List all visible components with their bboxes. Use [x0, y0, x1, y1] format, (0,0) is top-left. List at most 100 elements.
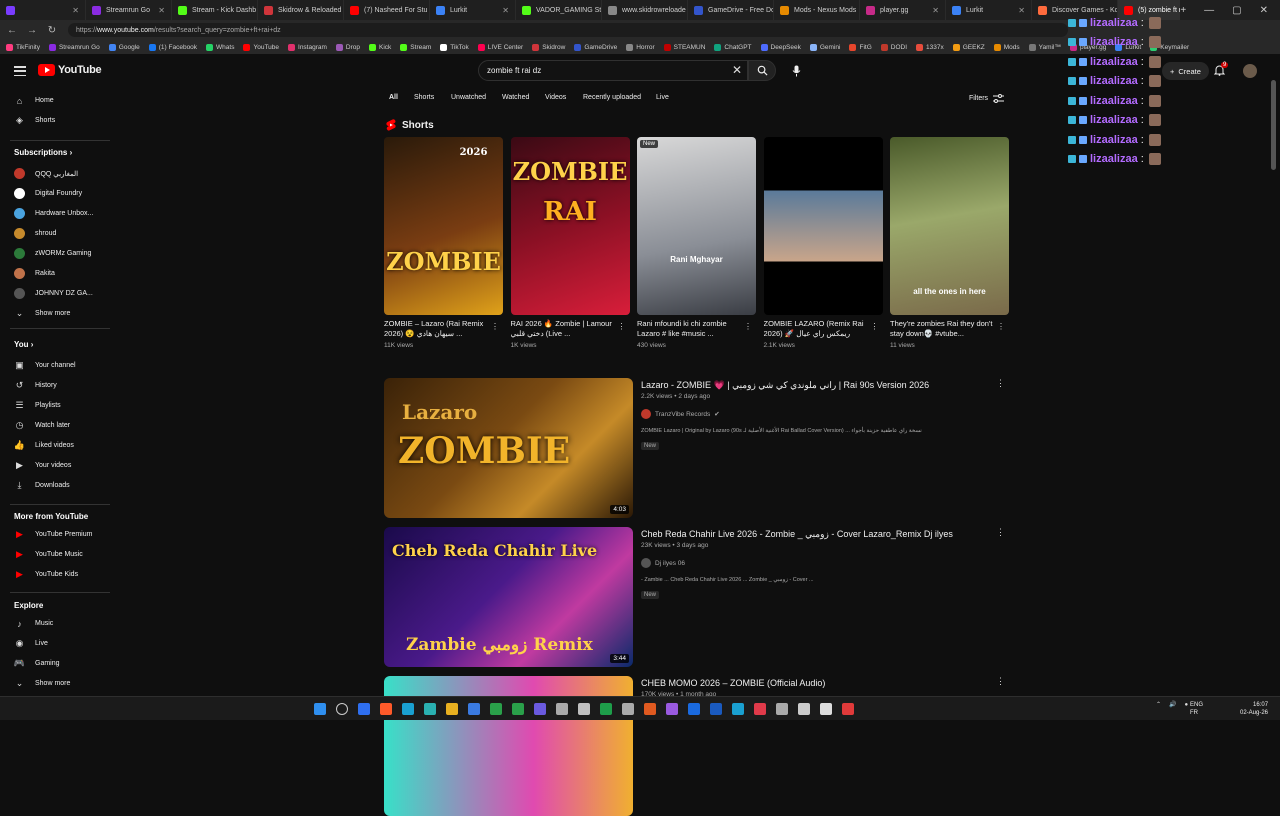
bookmark-item[interactable]: Streamrun Go [48, 43, 100, 51]
search-input[interactable]: zombie ft rai dz [478, 60, 748, 81]
short-thumbnail[interactable] [763, 137, 883, 315]
search-button[interactable] [748, 60, 776, 81]
forward-icon[interactable]: → [24, 25, 40, 36]
youtube-logo[interactable]: YouTube [38, 64, 102, 76]
close-tab-icon[interactable]: ✕ [502, 6, 509, 15]
filter-chip[interactable]: Watched [502, 94, 529, 101]
sidebar-item[interactable]: ⌂ Home [14, 95, 54, 106]
short-title[interactable]: ZOMBIE – Lazaro (Rai Remix 2026) 😵 سيهان… [384, 319, 488, 340]
browser-tab[interactable]: Streamrun Go ✕ [86, 0, 172, 20]
more-options-icon[interactable]: ⋮ [996, 676, 1005, 687]
browser-tab[interactable]: www.skidrowreloade✕ [602, 0, 688, 20]
clear-search-icon[interactable]: ✕ [732, 63, 742, 77]
page-scrollbar[interactable] [1271, 80, 1276, 170]
sidebar-item[interactable]: ◈ Shorts [14, 115, 55, 126]
more-options-icon[interactable]: ⋮ [996, 378, 1005, 389]
filter-chip[interactable]: Live [656, 94, 669, 101]
language-indicator[interactable]: ENG FR [1190, 701, 1203, 717]
more-options-icon[interactable]: ⋮ [491, 322, 499, 331]
browser-tab[interactable]: Lurkit ✕ [946, 0, 1032, 20]
bookmark-item[interactable]: 1337x [916, 43, 944, 51]
sidebar-item[interactable]: ◷ Watch later [14, 420, 71, 431]
sidebar-item[interactable]: zWORMz Gaming [14, 248, 91, 259]
app-icon[interactable] [424, 703, 436, 715]
more-options-icon[interactable]: ⋮ [997, 322, 1005, 331]
bookmark-item[interactable]: ChatGPT [714, 43, 752, 51]
short-thumbnail[interactable]: Rani Mghayar New [637, 137, 756, 315]
sidebar-item[interactable]: 👍 Liked videos [14, 440, 74, 451]
bookmark-item[interactable]: Instagram [288, 43, 327, 51]
app-icon[interactable] [776, 703, 788, 715]
sidebar-heading[interactable]: Subscriptions › [14, 148, 72, 157]
sidebar-item[interactable]: shroud [14, 228, 56, 239]
browser-tab[interactable]: Skidrow & Reloaded✕ [258, 0, 344, 20]
voice-search-button[interactable] [786, 60, 807, 81]
short-title[interactable]: Rani mfoundi ki chi zombie Lazaro # like… [637, 319, 741, 340]
brave-browser-icon[interactable] [358, 703, 370, 715]
sidebar-item[interactable]: Rakita [14, 268, 55, 279]
browser-icon[interactable] [402, 703, 414, 715]
bookmark-item[interactable]: Horror [626, 43, 655, 51]
browser-tab[interactable]: GameDrive - Free Do✕ [688, 0, 774, 20]
minimize-icon[interactable]: — [1204, 5, 1214, 16]
browser-tab[interactable]: Lurkit ✕ [430, 0, 516, 20]
bookmark-item[interactable]: FitG [849, 43, 872, 51]
windows-start-icon[interactable] [314, 703, 326, 715]
video-channel[interactable]: Dj ilyes 06 [641, 558, 685, 568]
sidebar-item[interactable]: ☰ Playlists [14, 400, 60, 411]
app-icon[interactable] [622, 703, 634, 715]
browser-tab[interactable]: ✕ [0, 0, 86, 20]
app-icon[interactable] [820, 703, 832, 715]
sidebar-item[interactable]: ▶ YouTube Kids [14, 569, 78, 580]
speaker-icon[interactable]: 🔊 [1169, 701, 1176, 708]
app-icon[interactable] [842, 703, 854, 715]
app-icon[interactable] [490, 703, 502, 715]
new-tab-icon[interactable]: + [1180, 5, 1186, 16]
sidebar-item[interactable]: JOHNNY DZ GA... [14, 288, 93, 299]
bookmark-item[interactable]: (1) Facebook [148, 43, 197, 51]
back-icon[interactable]: ← [4, 25, 20, 36]
reload-icon[interactable]: ↻ [44, 25, 60, 36]
video-title[interactable]: CHEB MOMO 2026 – ZOMBIE (Official Audio) [641, 678, 825, 688]
bookmark-item[interactable]: Google [108, 43, 140, 51]
browser-tab[interactable]: player.gg ✕ [860, 0, 946, 20]
sidebar-item[interactable]: ◉ Live [14, 638, 48, 649]
sidebar-item[interactable]: Digital Foundry [14, 188, 82, 199]
more-options-icon[interactable]: ⋮ [871, 322, 879, 331]
search-icon[interactable] [336, 703, 348, 715]
short-title[interactable]: RAI 2026 🔥 Zombie | Lamour دختي قلبي (Li… [511, 319, 615, 340]
sidebar-item[interactable]: ▣ Your channel [14, 360, 75, 371]
sidebar-item[interactable]: ♪ Music [14, 618, 53, 629]
video-result[interactable]: Lazaro ZOMBIE 4:03 Lazaro - ZOMBIE 💗 | راني… [384, 378, 1014, 518]
app-icon[interactable] [754, 703, 766, 715]
bookmark-item[interactable]: Kick [369, 43, 391, 51]
bookmark-item[interactable]: Gemini [809, 43, 840, 51]
sidebar-item[interactable]: ⌄ Show more [14, 308, 71, 319]
short-card[interactable]: Rani Mghayar New Rani mfoundi ki chi zombi… [637, 137, 756, 349]
bookmark-item[interactable]: YouTube [243, 43, 279, 51]
sidebar-item[interactable]: QQQ المغاربي [14, 168, 78, 179]
discord-icon[interactable] [534, 703, 546, 715]
filter-chip[interactable]: Recently uploaded [583, 94, 641, 101]
bookmark-item[interactable]: TikTok [440, 43, 469, 51]
sidebar-item[interactable]: ▶ Your videos [14, 460, 71, 471]
short-thumbnail[interactable]: ZOMBIE 2026 [384, 137, 503, 315]
video-channel[interactable]: TranzVibe Records ✔ [641, 409, 720, 419]
short-card[interactable]: ZOMBIE 2026 ZOMBIE – Lazaro (Rai Remix 202… [384, 137, 503, 349]
bookmark-item[interactable]: DODI [880, 43, 907, 51]
short-card[interactable]: all the ones in here They're zombies Rai … [890, 137, 1009, 349]
mic-tray-icon[interactable]: ● [1185, 702, 1189, 708]
close-tab-icon[interactable]: ✕ [72, 6, 79, 15]
video-title[interactable]: Lazaro - ZOMBIE 💗 | راني ملوندي كي شي زو… [641, 380, 929, 391]
sidebar-item[interactable]: ↺ History [14, 380, 57, 391]
close-tab-icon[interactable]: ✕ [932, 6, 939, 15]
app-icon[interactable] [468, 703, 480, 715]
filter-chip[interactable]: Unwatched [451, 94, 486, 101]
sidebar-item[interactable]: ▶ YouTube Music [14, 549, 83, 560]
app-icon[interactable] [688, 703, 700, 715]
avatar[interactable] [1243, 64, 1257, 78]
bookmark-item[interactable]: GEEKZ [952, 43, 985, 51]
bookmark-item[interactable]: STEAMUN [663, 43, 705, 51]
bookmark-item[interactable]: Drop [335, 43, 360, 51]
browser-tab[interactable]: Mods - Nexus Mods✕ [774, 0, 860, 20]
